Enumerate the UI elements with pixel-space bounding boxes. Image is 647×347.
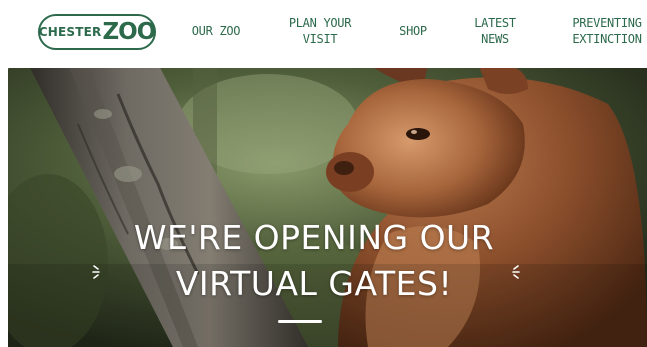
hero-heading-line1: WE'RE OPENING OUR xyxy=(133,218,495,257)
hero-heading-line2: VIRTUAL GATES! xyxy=(175,264,453,303)
nav-news-label-line2: NEWS xyxy=(481,32,509,46)
heading-underline-accent xyxy=(278,320,322,323)
hero-heading: WE'RE OPENING OUR VIRTUAL GATES! xyxy=(104,215,524,307)
nav-plan-label-line1: PLAN YOUR xyxy=(288,16,352,30)
nav-preventing-extinction[interactable]: PREVENTING EXTINCTION xyxy=(570,15,644,47)
nav-plan-your-visit[interactable]: PLAN YOUR VISIT xyxy=(285,15,355,47)
nav-plan-label-line2: VISIT xyxy=(302,32,338,46)
nav-our-zoo-label: OUR ZOO xyxy=(191,24,241,38)
nav-latest-news[interactable]: LATEST NEWS xyxy=(470,15,520,47)
page: CHESTER ZOO OUR ZOO PLAN YOUR VISIT SHOP… xyxy=(0,0,647,347)
nav-shop-label: SHOP xyxy=(399,24,427,38)
logo-zoo-text: ZOO xyxy=(102,19,156,45)
nav-extinction-label-line2: EXTINCTION xyxy=(572,32,642,46)
nav-extinction-label-line1: PREVENTING xyxy=(572,16,642,30)
site-header: CHESTER ZOO OUR ZOO PLAN YOUR VISIT SHOP… xyxy=(0,0,647,68)
sparkle-left-icon xyxy=(92,265,100,279)
chester-zoo-logo[interactable]: CHESTER ZOO xyxy=(38,14,156,50)
nav-our-zoo[interactable]: OUR ZOO xyxy=(190,23,242,39)
logo-chester-text: CHESTER xyxy=(38,25,102,39)
nav-news-label-line1: LATEST xyxy=(474,16,516,30)
nav-shop[interactable]: SHOP xyxy=(396,23,430,39)
